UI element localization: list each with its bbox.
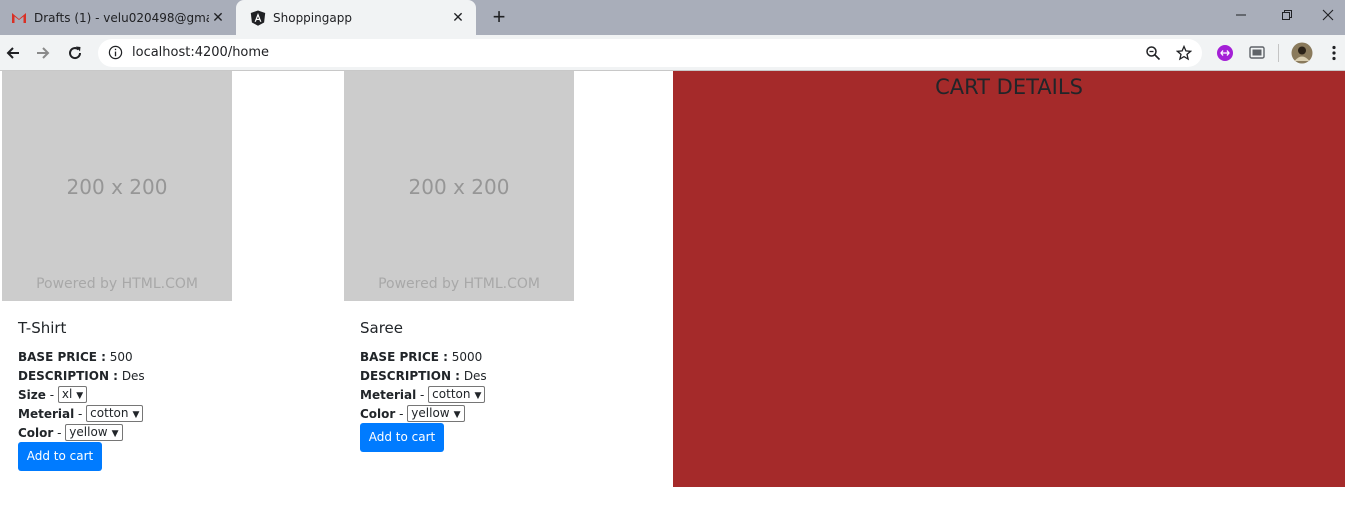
avatar[interactable] <box>1291 42 1313 64</box>
browser-toolbar: localhost:4200/home <box>0 35 1345 71</box>
size-select[interactable]: xl ▼ <box>57 386 88 403</box>
url-text[interactable]: localhost:4200/home <box>132 45 269 61</box>
tab-shoppingapp[interactable]: Shoppingapp ✕ <box>236 0 476 35</box>
base-price-label: BASE PRICE : <box>360 350 448 364</box>
product-name: T-Shirt <box>18 319 67 337</box>
base-price-row: BASE PRICE : 500 <box>18 348 145 367</box>
image-powered-text: Powered by HTML.COM <box>36 276 198 292</box>
product-attributes: BASE PRICE : 500 DESCRIPTION : Des Size … <box>18 348 145 443</box>
size-label: Size <box>18 388 46 402</box>
material-row: Meterial - cotton ▼ <box>360 386 487 405</box>
reload-icon[interactable] <box>62 40 88 66</box>
base-price-value: 500 <box>109 350 133 364</box>
material-row: Meterial - cotton ▼ <box>18 405 145 424</box>
product-image: 200 x 200 Powered by HTML.COM <box>2 71 232 301</box>
gmail-icon <box>12 13 26 23</box>
add-to-cart-button[interactable]: Add to cart <box>18 442 102 471</box>
tab-gmail[interactable]: Drafts (1) - velu020498@gmail.com ✕ <box>0 0 236 35</box>
chevron-down-icon: ▼ <box>132 410 140 420</box>
material-select[interactable]: cotton ▼ <box>86 405 144 422</box>
page-content: 200 x 200 Powered by HTML.COM T-Shirt BA… <box>0 71 1345 506</box>
description-value: Des <box>121 369 145 383</box>
base-price-row: BASE PRICE : 5000 <box>360 348 487 367</box>
product-name: Saree <box>360 319 404 337</box>
material-label: Meterial <box>360 388 417 402</box>
color-select-value: yellow <box>411 406 450 420</box>
tab-title: Drafts (1) - velu020498@gmail.com <box>34 11 209 25</box>
image-powered-text: Powered by HTML.COM <box>378 276 540 292</box>
cart-panel: CART DETAILS <box>673 71 1345 487</box>
description-label: DESCRIPTION : <box>18 369 118 383</box>
product-attributes: BASE PRICE : 5000 DESCRIPTION : Des Mete… <box>360 348 487 424</box>
description-row: DESCRIPTION : Des <box>360 367 487 386</box>
close-window-icon[interactable] <box>1310 0 1345 30</box>
image-dimension-text: 200 x 200 <box>408 175 510 199</box>
info-icon[interactable] <box>108 45 123 60</box>
toolbar-divider <box>1278 44 1279 62</box>
material-select-value: cotton <box>90 406 129 420</box>
base-price-label: BASE PRICE : <box>18 350 106 364</box>
material-label: Meterial <box>18 407 75 421</box>
description-label: DESCRIPTION : <box>360 369 460 383</box>
add-to-cart-button[interactable]: Add to cart <box>360 423 444 452</box>
tab-strip: Drafts (1) - velu020498@gmail.com ✕ Shop… <box>0 0 1345 35</box>
cast-icon[interactable] <box>1248 44 1266 62</box>
address-bar[interactable]: localhost:4200/home <box>98 39 1202 67</box>
material-select[interactable]: cotton ▼ <box>428 386 486 403</box>
angular-icon <box>250 10 266 26</box>
color-row: Color - yellow ▼ <box>18 424 145 443</box>
tab-title: Shoppingapp <box>273 11 352 25</box>
chevron-down-icon: ▼ <box>111 429 119 439</box>
image-dimension-text: 200 x 200 <box>66 175 168 199</box>
star-icon[interactable] <box>1176 45 1192 61</box>
description-value: Des <box>463 369 487 383</box>
close-icon[interactable]: ✕ <box>450 9 466 25</box>
material-select-value: cotton <box>432 387 471 401</box>
product-image: 200 x 200 Powered by HTML.COM <box>344 71 574 301</box>
restore-icon[interactable] <box>1264 0 1310 30</box>
color-label: Color <box>360 407 396 421</box>
new-tab-button[interactable]: + <box>487 6 511 30</box>
chevron-down-icon: ▼ <box>474 391 482 401</box>
size-row: Size - xl ▼ <box>18 386 145 405</box>
base-price-value: 5000 <box>451 350 483 364</box>
zoom-icon[interactable] <box>1145 45 1161 61</box>
description-row: DESCRIPTION : Des <box>18 367 145 386</box>
forward-icon[interactable] <box>30 40 56 66</box>
menu-icon[interactable] <box>1326 44 1342 62</box>
color-select[interactable]: yellow ▼ <box>65 424 123 441</box>
extension-icon[interactable] <box>1216 44 1234 62</box>
cart-title: CART DETAILS <box>935 75 1083 99</box>
color-row: Color - yellow ▼ <box>360 405 487 424</box>
color-select-value: yellow <box>69 425 108 439</box>
color-label: Color <box>18 426 54 440</box>
chevron-down-icon: ▼ <box>76 391 84 401</box>
chevron-down-icon: ▼ <box>453 410 461 420</box>
close-icon[interactable]: ✕ <box>210 9 226 25</box>
back-icon[interactable] <box>0 40 26 66</box>
minimize-icon[interactable] <box>1218 0 1264 30</box>
size-select-value: xl <box>61 387 73 401</box>
color-select[interactable]: yellow ▼ <box>407 405 465 422</box>
